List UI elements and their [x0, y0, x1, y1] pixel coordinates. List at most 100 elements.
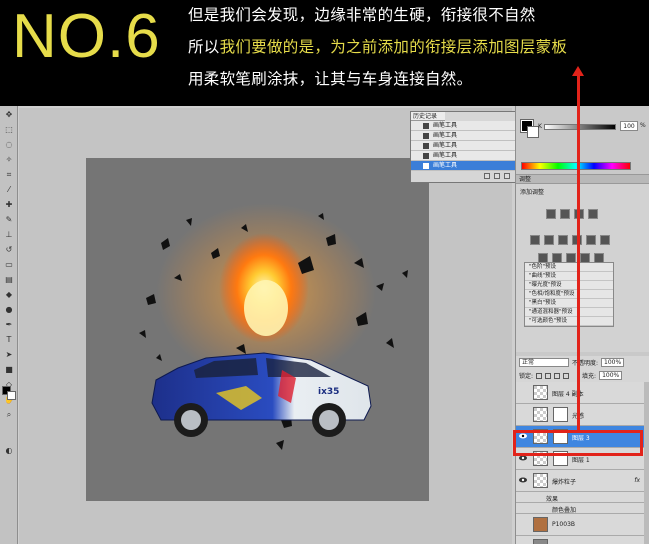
- preset-item[interactable]: "通道混和器"预设: [525, 308, 613, 317]
- layers-scrollbar[interactable]: [644, 382, 649, 544]
- color-balance-icon[interactable]: [558, 235, 568, 245]
- preset-item[interactable]: "色阶"预设: [525, 263, 613, 272]
- brush-icon: [423, 163, 429, 169]
- gradient-tool-icon[interactable]: ▤: [3, 274, 15, 286]
- car-badge: ix35: [318, 387, 339, 397]
- opacity-field[interactable]: 100%: [601, 358, 625, 367]
- k-slider[interactable]: [544, 124, 616, 130]
- annotation-highlight-box: [513, 430, 643, 456]
- shape-tool-icon[interactable]: ■: [3, 364, 15, 376]
- annotation-arrow-line: [577, 72, 580, 430]
- fill-field[interactable]: 100%: [599, 371, 623, 380]
- caption-line-3: 用柔软笔刷涂抹，让其与车身连接自然。: [188, 70, 473, 88]
- layer-row[interactable]: 图层 4 副本: [516, 382, 649, 404]
- channel-mixer-icon[interactable]: [600, 235, 610, 245]
- new-document-from-state-icon[interactable]: [484, 173, 490, 179]
- history-row[interactable]: 画笔工具: [411, 141, 516, 151]
- preset-item[interactable]: "曲线"预设: [525, 272, 613, 281]
- layer-name: 图层 1: [572, 457, 590, 464]
- preset-item[interactable]: "可选颜色"预设: [525, 317, 613, 326]
- layer-effect-item[interactable]: 颜色叠加: [516, 503, 649, 514]
- caption-line-2: 所以我们要做的是，为之前添加的衔接层添加图层蒙板: [188, 35, 567, 57]
- lock-transparent-icon[interactable]: [536, 372, 543, 379]
- path-select-tool-icon[interactable]: ➤: [3, 349, 15, 361]
- preset-item[interactable]: "曝光度"预设: [525, 281, 613, 290]
- magic-wand-tool-icon[interactable]: ✧: [3, 154, 15, 166]
- dodge-tool-icon[interactable]: ●: [3, 304, 15, 316]
- history-row-selected[interactable]: 画笔工具: [411, 161, 516, 171]
- layer-thumbnail: [533, 407, 548, 422]
- crop-tool-icon[interactable]: ⌗: [3, 169, 15, 181]
- color-panel: K 100 %: [516, 112, 649, 172]
- exposure-icon[interactable]: [588, 209, 598, 219]
- fx-icon[interactable]: fx: [634, 477, 640, 484]
- lock-position-icon[interactable]: [554, 372, 561, 379]
- layer-mask-thumbnail[interactable]: [553, 407, 568, 422]
- zoom-tool-icon[interactable]: ⌕: [3, 409, 15, 421]
- layer-row[interactable]: P1003B: [516, 514, 649, 536]
- layer-row[interactable]: 光感: [516, 404, 649, 426]
- pen-tool-icon[interactable]: ✒: [3, 319, 15, 331]
- quick-mask-icon[interactable]: ◐: [3, 445, 15, 457]
- adjustment-icons-row-1: [516, 207, 649, 219]
- healing-tool-icon[interactable]: ✚: [3, 199, 15, 211]
- type-tool-icon[interactable]: T: [3, 334, 15, 346]
- move-tool-icon[interactable]: ✥: [3, 109, 15, 121]
- caption-line-2b: 我们要做的是，为之前添加的衔接层添加图层蒙板: [219, 38, 568, 56]
- photo-filter-icon[interactable]: [586, 235, 596, 245]
- blur-tool-icon[interactable]: ◆: [3, 289, 15, 301]
- brush-icon: [423, 143, 429, 149]
- layer-effects-row[interactable]: 效果: [516, 492, 649, 503]
- caption-line-2a: 所以: [188, 38, 220, 56]
- adjustments-subtitle: 添加调整: [520, 189, 545, 196]
- history-tab[interactable]: 历史记录: [411, 112, 445, 121]
- history-row[interactable]: 画笔工具: [411, 151, 516, 161]
- explosion-core: [244, 280, 288, 336]
- brush-icon: [423, 123, 429, 129]
- explosion-car-artwork: ix35: [139, 203, 408, 450]
- brush-tool-icon[interactable]: ✎: [3, 214, 15, 226]
- k-channel-label: K: [538, 123, 542, 130]
- adjustments-panel: 调整 添加调整 "色阶"预设 "曲线"预设 "曝光度"预设 "色相/饱和度"预设…: [516, 174, 649, 352]
- layer-thumbnail: [533, 385, 548, 400]
- history-row[interactable]: 画笔工具: [411, 131, 516, 141]
- document-workarea: ix35 历史记录 画笔工具 画笔工具 画笔工具 画笔工具 画笔工具: [19, 108, 517, 544]
- layer-row[interactable]: 背景: [516, 536, 649, 544]
- layer-thumbnail: [533, 517, 548, 532]
- color-spectrum-bar[interactable]: [521, 162, 631, 170]
- blend-mode-select[interactable]: 正常: [519, 358, 569, 367]
- tools-panel: ✥ ⬚ ◌ ✧ ⌗ ⁄ ✚ ✎ ⊥ ↺ ▭ ▤ ◆ ● ✒ T ➤ ■ ◇ ✋ …: [0, 106, 18, 544]
- levels-icon[interactable]: [560, 209, 570, 219]
- background-color-swatch[interactable]: [7, 391, 16, 400]
- k-value-field[interactable]: 100: [620, 121, 638, 131]
- adjustments-tab[interactable]: 调整: [516, 174, 649, 184]
- vibrance-icon[interactable]: [530, 235, 540, 245]
- annotation-arrow-head: [572, 66, 584, 76]
- layer-row[interactable]: 爆炸粒子 fx: [516, 470, 649, 492]
- preset-item[interactable]: "黑白"预设: [525, 299, 613, 308]
- brush-icon: [423, 133, 429, 139]
- stamp-tool-icon[interactable]: ⊥: [3, 229, 15, 241]
- layer-thumbnail: [533, 539, 548, 544]
- history-row[interactable]: 画笔工具: [411, 121, 516, 131]
- preset-item[interactable]: "色相/饱和度"预设: [525, 290, 613, 299]
- hue-saturation-icon[interactable]: [544, 235, 554, 245]
- eraser-tool-icon[interactable]: ▭: [3, 259, 15, 271]
- k-unit: %: [640, 122, 646, 129]
- opacity-label: 不透明度:: [572, 360, 599, 367]
- effect-name: 颜色叠加: [552, 507, 577, 514]
- tutorial-banner: NO.6 但是我们会发现，边缘非常的生硬，衔接很不自然 所以我们要做的是，为之前…: [0, 0, 649, 106]
- lock-image-icon[interactable]: [545, 372, 552, 379]
- lock-all-icon[interactable]: [563, 372, 570, 379]
- document-canvas[interactable]: ix35: [86, 158, 429, 501]
- marquee-tool-icon[interactable]: ⬚: [3, 124, 15, 136]
- brightness-icon[interactable]: [546, 209, 556, 219]
- eye-icon[interactable]: [519, 477, 527, 483]
- lasso-tool-icon[interactable]: ◌: [3, 139, 15, 151]
- adjustment-presets-list: "色阶"预设 "曲线"预设 "曝光度"预设 "色相/饱和度"预设 "黑白"预设 …: [524, 262, 614, 327]
- layer-name: P1003B: [552, 521, 576, 528]
- snapshot-icon[interactable]: [494, 173, 500, 179]
- eyedropper-tool-icon[interactable]: ⁄: [3, 184, 15, 196]
- history-brush-tool-icon[interactable]: ↺: [3, 244, 15, 256]
- trash-icon[interactable]: [504, 173, 510, 179]
